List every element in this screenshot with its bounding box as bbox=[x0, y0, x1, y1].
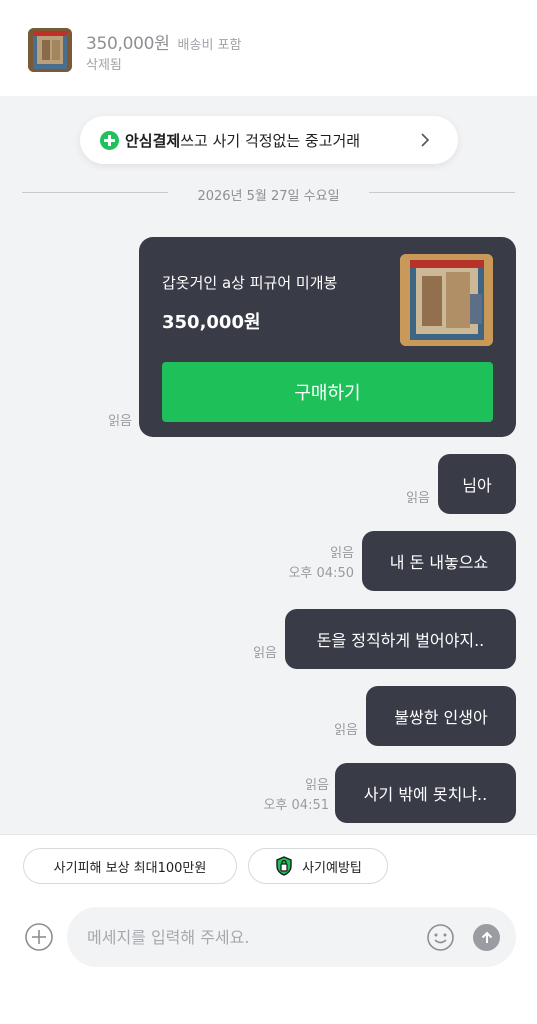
safe-pay-title: 안심결제 bbox=[125, 131, 181, 150]
message-bubble[interactable]: 내 돈 내놓으쇼 bbox=[362, 531, 516, 591]
product-price: 350,000원 bbox=[162, 312, 261, 333]
header-price: 350,000원 bbox=[86, 34, 170, 54]
plus-icon bbox=[100, 130, 119, 150]
product-title: 갑옷거인 a상 피규어 미개봉 bbox=[162, 274, 338, 292]
product-card[interactable]: 갑옷거인 a상 피규어 미개봉 350,000원 구매하기 bbox=[139, 237, 516, 437]
message-meta: 읽음 오후 04:50 bbox=[270, 544, 354, 584]
product-image[interactable] bbox=[400, 254, 493, 346]
product-header[interactable]: 350,000원 배송비 포함 삭제됨 bbox=[0, 0, 537, 96]
message-input[interactable] bbox=[87, 921, 417, 953]
read-receipt: 읽음 bbox=[406, 491, 430, 506]
message-bubble[interactable]: 불쌍한 인생아 bbox=[366, 686, 516, 746]
composer-area: 사기피해 보상 최대100만원 사기예방팁 bbox=[0, 834, 537, 1024]
fraud-compensation-chip[interactable]: 사기피해 보상 최대100만원 bbox=[23, 848, 237, 884]
send-arrow-icon[interactable] bbox=[473, 924, 500, 951]
message-input-container[interactable] bbox=[67, 907, 516, 967]
message-bubble[interactable]: 돈을 정직하게 벌어야지.. bbox=[285, 609, 516, 669]
plus-circle-icon[interactable] bbox=[24, 922, 54, 952]
safe-pay-text: 쓰고 사기 걱정없는 중고거래 bbox=[180, 131, 361, 150]
timestamp: 오후 04:51 bbox=[263, 798, 329, 813]
safe-pay-banner[interactable]: 안심결제 쓰고 사기 걱정없는 중고거래 bbox=[80, 116, 458, 164]
product-thumbnail[interactable] bbox=[28, 28, 72, 72]
chevron-right-icon bbox=[420, 132, 430, 152]
fraud-tips-chip[interactable]: 사기예방팁 bbox=[248, 848, 388, 884]
smile-icon[interactable] bbox=[426, 923, 455, 952]
buy-button[interactable]: 구매하기 bbox=[162, 362, 493, 422]
fraud-tips-label: 사기예방팁 bbox=[302, 860, 362, 876]
read-receipt: 읽음 bbox=[334, 723, 358, 738]
message-bubble[interactable]: 사기 밖에 못치냐.. bbox=[335, 763, 516, 823]
read-receipt: 읽음 bbox=[305, 778, 329, 793]
read-receipt: 읽음 bbox=[330, 546, 354, 561]
read-receipt: 읽음 bbox=[108, 414, 132, 429]
read-receipt: 읽음 bbox=[253, 646, 277, 661]
timestamp: 오후 04:50 bbox=[288, 566, 354, 581]
date-divider: 2026년 5월 27일 수요일 bbox=[22, 182, 515, 206]
message-bubble[interactable]: 님아 bbox=[438, 454, 516, 514]
shipping-included-label: 배송비 포함 bbox=[177, 38, 242, 53]
date-label: 2026년 5월 27일 수요일 bbox=[197, 189, 340, 204]
fraud-compensation-label: 사기피해 보상 최대100만원 bbox=[53, 860, 207, 876]
message-meta: 읽음 오후 04:51 bbox=[245, 776, 329, 816]
chat-area[interactable]: 안심결제 쓰고 사기 걱정없는 중고거래 2026년 5월 27일 수요일 읽음… bbox=[0, 96, 537, 834]
listing-status: 삭제됨 bbox=[86, 58, 122, 73]
shield-icon bbox=[274, 856, 294, 876]
